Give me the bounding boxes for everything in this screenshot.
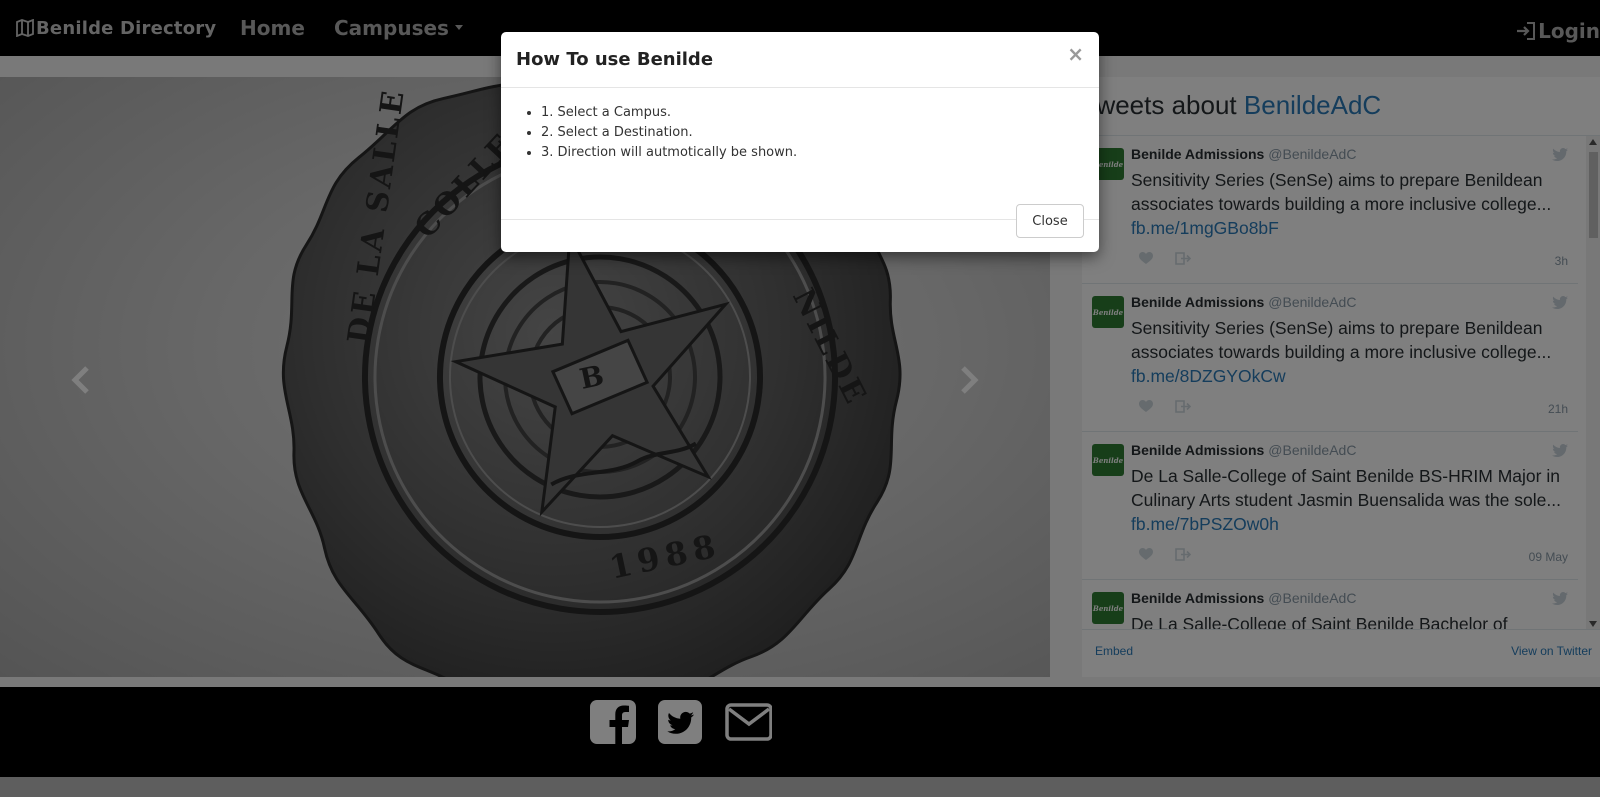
modal-header: How To use Benilde ×	[501, 32, 1099, 88]
step-item: 3. Direction will autmotically be shown.	[541, 143, 797, 163]
how-to-use-modal: How To use Benilde × 1. Select a Campus.…	[501, 32, 1099, 252]
step-item: 2. Select a Destination.	[541, 123, 797, 143]
close-button[interactable]: Close	[1016, 204, 1084, 238]
modal-title: How To use Benilde	[516, 49, 714, 70]
modal-footer: Close	[501, 204, 1099, 252]
step-item: 1. Select a Campus.	[541, 103, 797, 123]
steps-list: 1. Select a Campus. 2. Select a Destinat…	[541, 103, 797, 163]
modal-close-icon[interactable]: ×	[1067, 44, 1084, 64]
modal-body: 1. Select a Campus. 2. Select a Destinat…	[501, 88, 1099, 220]
